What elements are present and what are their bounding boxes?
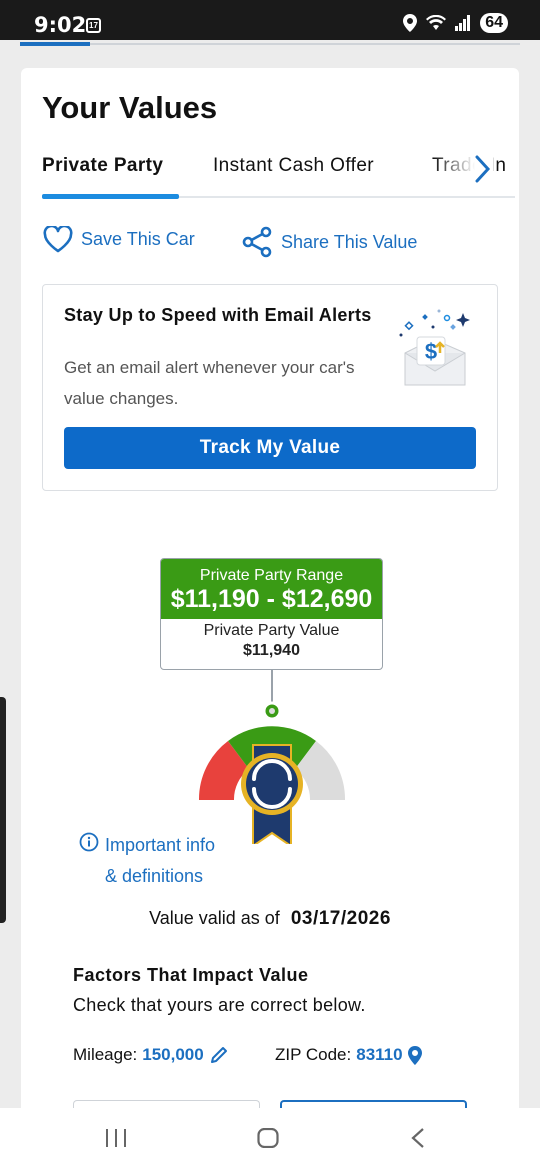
tabs-next-button[interactable]	[469, 151, 497, 187]
share-value-button[interactable]: Share This Value	[241, 226, 417, 258]
edge-panel-handle[interactable]	[0, 697, 6, 923]
location-pin-icon	[407, 1045, 422, 1065]
email-alert-card: Stay Up to Speed with Email Alerts Get a…	[42, 284, 498, 491]
home-icon	[257, 1127, 279, 1149]
value-tabs: Private Party Instant Cash Offer Trade-I…	[42, 151, 515, 199]
status-icons: 64	[403, 13, 508, 33]
info-line-1: Important info	[105, 835, 216, 855]
location-icon	[403, 14, 418, 32]
active-tab-indicator	[42, 194, 179, 199]
track-my-value-button[interactable]: Track My Value	[64, 427, 476, 469]
signal-icon	[455, 15, 471, 31]
mileage-value: 150,000	[142, 1045, 204, 1064]
value-amount: $11,940	[243, 642, 300, 659]
chevron-right-icon	[475, 155, 491, 183]
battery-indicator: 64	[480, 13, 508, 33]
zip-label: ZIP Code:	[275, 1045, 352, 1064]
email-dollar-illustration: $	[399, 309, 470, 386]
info-line-2: & definitions	[105, 866, 204, 886]
calendar-icon: 17	[86, 18, 101, 33]
page-progress	[0, 40, 540, 48]
value-label: Private Party Value	[203, 622, 340, 639]
info-icon	[79, 832, 99, 852]
status-bar: 9:02 17 64	[0, 0, 540, 40]
home-button[interactable]	[257, 1127, 279, 1153]
back-icon	[411, 1128, 424, 1148]
values-card: Your Values Private Party Instant Cash O…	[21, 68, 519, 1128]
save-car-label: Save This Car	[81, 229, 195, 249]
range-value: $11,190 - $12,690	[170, 585, 373, 613]
svg-text:$: $	[425, 339, 437, 364]
mileage-field[interactable]: Mileage: 150,000	[73, 1045, 229, 1065]
factors-subtitle: Check that yours are correct below.	[73, 995, 366, 1015]
value-gauge	[198, 669, 346, 844]
zip-value: 83110	[356, 1045, 403, 1064]
valid-date: 03/17/2026	[290, 908, 391, 929]
heart-icon	[43, 226, 73, 253]
valid-label: Value valid as of	[149, 908, 280, 928]
tab-instant-cash-offer[interactable]: Instant Cash Offer	[213, 155, 374, 177]
mileage-label: Mileage:	[73, 1045, 138, 1064]
save-car-button[interactable]: Save This Car	[43, 226, 195, 253]
share-icon	[242, 226, 272, 258]
pencil-icon	[210, 1047, 227, 1063]
recent-apps-icon	[106, 1129, 126, 1147]
alert-title: Stay Up to Speed with Email Alerts	[64, 305, 372, 325]
system-nav-bar	[0, 1108, 540, 1170]
back-button[interactable]	[410, 1128, 426, 1153]
status-time: 9:02	[34, 13, 87, 37]
wifi-icon	[426, 15, 447, 30]
private-party-value-box: Private Party Range $11,190 - $12,690 Pr…	[160, 558, 383, 670]
share-value-label: Share This Value	[281, 231, 418, 252]
recent-apps-button[interactable]	[105, 1128, 127, 1153]
tab-private-party[interactable]: Private Party	[42, 155, 163, 177]
range-label: Private Party Range	[199, 567, 344, 584]
value-valid-date: Value valid as of 03/17/2026	[21, 908, 519, 930]
alert-body: Get an email alert whenever your car's v…	[64, 358, 355, 408]
zip-code-field[interactable]: ZIP Code: 83110	[275, 1045, 422, 1065]
factors-section: Factors That Impact Value Check that you…	[73, 965, 366, 1016]
factors-title: Factors That Impact Value	[73, 965, 309, 985]
page-title: Your Values	[42, 90, 218, 125]
